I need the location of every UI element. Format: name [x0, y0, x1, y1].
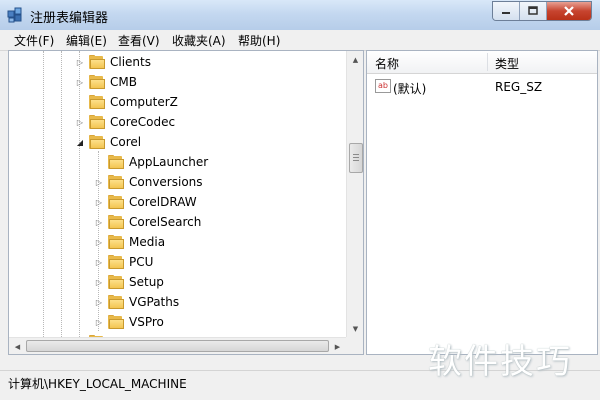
minimize-button[interactable] — [493, 2, 520, 20]
expand-arrow-icon[interactable]: ▷ — [94, 197, 104, 207]
menu-bar: 文件(F) 编辑(E) 查看(V) 收藏夹(A) 帮助(H) — [0, 30, 600, 51]
expand-arrow-icon[interactable]: ▷ — [94, 177, 104, 187]
folder-icon — [108, 255, 124, 269]
tree-item-label: Clients — [110, 55, 151, 69]
scroll-up-icon[interactable]: ▲ — [347, 51, 363, 68]
column-divider[interactable] — [487, 53, 488, 71]
tree-item-label: CorelDRAW — [129, 195, 197, 209]
regedit-app-icon — [7, 7, 22, 23]
tree-item-pcu[interactable]: ▷ PCU — [94, 252, 153, 272]
expand-arrow-icon[interactable]: ▷ — [75, 57, 85, 67]
tree-item-media[interactable]: ▷ Media — [94, 232, 165, 252]
tree-item-label: VGPaths — [129, 295, 180, 309]
scrollbar-corner — [346, 337, 363, 354]
tree-item-label: ComputerZ — [110, 95, 178, 109]
tree-item-corecodec[interactable]: ▷ CoreCodec — [75, 112, 175, 132]
expand-arrow-icon[interactable]: ▷ — [75, 117, 85, 127]
tree-horizontal-scrollbar[interactable]: ◀ ▶ — [9, 337, 346, 354]
maximize-icon — [528, 6, 538, 15]
folder-icon — [108, 295, 124, 309]
tree-guide-line — [61, 51, 62, 337]
registry-key-tree[interactable]: ▷ Clients ▷ CMB ComputerZ ▷ CoreCodec ◢ … — [8, 50, 364, 355]
column-header-type[interactable]: 类型 — [495, 55, 519, 72]
tree-item-label: Setup — [129, 275, 164, 289]
close-icon — [564, 6, 574, 16]
folder-icon — [108, 235, 124, 249]
list-item[interactable]: ab (默认) REG_SZ — [367, 77, 597, 97]
scroll-left-icon[interactable]: ◀ — [9, 338, 26, 354]
tree-item-corelsearch[interactable]: ▷ CorelSearch — [94, 212, 201, 232]
tree-item-setup[interactable]: ▷ Setup — [94, 272, 164, 292]
tree-item-label: AppLauncher — [129, 155, 209, 169]
folder-icon — [108, 175, 124, 189]
title-bar: 注册表编辑器 — [0, 0, 600, 30]
scroll-down-icon[interactable]: ▼ — [347, 320, 363, 337]
vertical-scroll-thumb[interactable] — [349, 143, 363, 173]
menu-help[interactable]: 帮助(H) — [238, 32, 280, 49]
tree-item-label: CMB — [110, 75, 137, 89]
caption-buttons — [492, 1, 592, 21]
menu-favorites[interactable]: 收藏夹(A) — [172, 32, 226, 49]
close-button[interactable] — [547, 2, 591, 20]
folder-icon — [108, 155, 124, 169]
window-title: 注册表编辑器 — [30, 11, 109, 26]
tree-item-label: Media — [129, 235, 166, 249]
tree-item-label: Conversions — [129, 175, 203, 189]
expand-arrow-icon[interactable]: ▷ — [94, 217, 104, 227]
registry-editor-window: 注册表编辑器 文件(F) 编辑(E) 查看(V) 收藏夹(A) 帮助(H) ▷ — [0, 0, 600, 400]
tree-item-conversions[interactable]: ▷ Conversions — [94, 172, 203, 192]
tree-item-cmb[interactable]: ▷ CMB — [75, 72, 137, 92]
value-type: REG_SZ — [495, 80, 543, 94]
tree-item-label: CoreCodec — [110, 115, 176, 129]
folder-open-icon — [89, 135, 105, 149]
tree-item-coreldraw[interactable]: ▷ CorelDRAW — [94, 192, 197, 212]
tree-item-clients[interactable]: ▷ Clients — [75, 52, 151, 72]
menu-view[interactable]: 查看(V) — [118, 32, 160, 49]
maximize-button[interactable] — [520, 2, 547, 20]
expand-arrow-icon[interactable]: ▷ — [94, 317, 104, 327]
folder-icon — [89, 115, 105, 129]
minimize-icon — [502, 12, 510, 14]
folder-icon — [108, 215, 124, 229]
tree-item-applauncher[interactable]: AppLauncher — [94, 152, 208, 172]
menu-edit[interactable]: 编辑(E) — [66, 32, 107, 49]
tree-vertical-scrollbar[interactable]: ▲ ▼ — [346, 51, 363, 337]
folder-icon — [108, 195, 124, 209]
folder-icon — [89, 55, 105, 69]
menu-file[interactable]: 文件(F) — [14, 32, 54, 49]
expand-arrow-icon[interactable]: ▷ — [94, 257, 104, 267]
scroll-right-icon[interactable]: ▶ — [329, 338, 346, 354]
watermark-text: 软件技巧 — [428, 342, 572, 382]
list-header: 名称 类型 — [367, 51, 597, 74]
tree-item-computerz[interactable]: ComputerZ — [75, 92, 178, 112]
folder-icon — [89, 75, 105, 89]
status-path: 计算机\HKEY_LOCAL_MACHINE — [8, 377, 187, 391]
tree-item-label: PCU — [129, 255, 154, 269]
expand-arrow-icon[interactable]: ▷ — [75, 77, 85, 87]
tree-item-label: CorelSearch — [129, 215, 202, 229]
expand-arrow-icon[interactable]: ▷ — [94, 297, 104, 307]
collapse-arrow-icon[interactable]: ◢ — [75, 137, 85, 147]
expand-arrow-icon[interactable]: ▷ — [94, 277, 104, 287]
folder-icon — [89, 95, 105, 109]
column-header-name[interactable]: 名称 — [375, 55, 399, 72]
ab-string-icon: ab — [375, 79, 391, 93]
tree-item-label: Corel — [110, 135, 142, 149]
tree-item-vgpaths[interactable]: ▷ VGPaths — [94, 292, 179, 312]
tree-item-corel[interactable]: ◢ Corel — [75, 132, 141, 152]
value-name: (默认) — [393, 82, 427, 96]
tree-guide-line — [43, 51, 44, 337]
folder-icon — [108, 315, 124, 329]
horizontal-scroll-thumb[interactable] — [26, 340, 329, 352]
tree-item-vspro[interactable]: ▷ VSPro — [94, 312, 164, 332]
expand-arrow-icon[interactable]: ▷ — [94, 237, 104, 247]
folder-icon — [108, 275, 124, 289]
tree-item-label: VSPro — [129, 315, 164, 329]
registry-values-list[interactable]: 名称 类型 ab (默认) REG_SZ — [366, 50, 598, 355]
